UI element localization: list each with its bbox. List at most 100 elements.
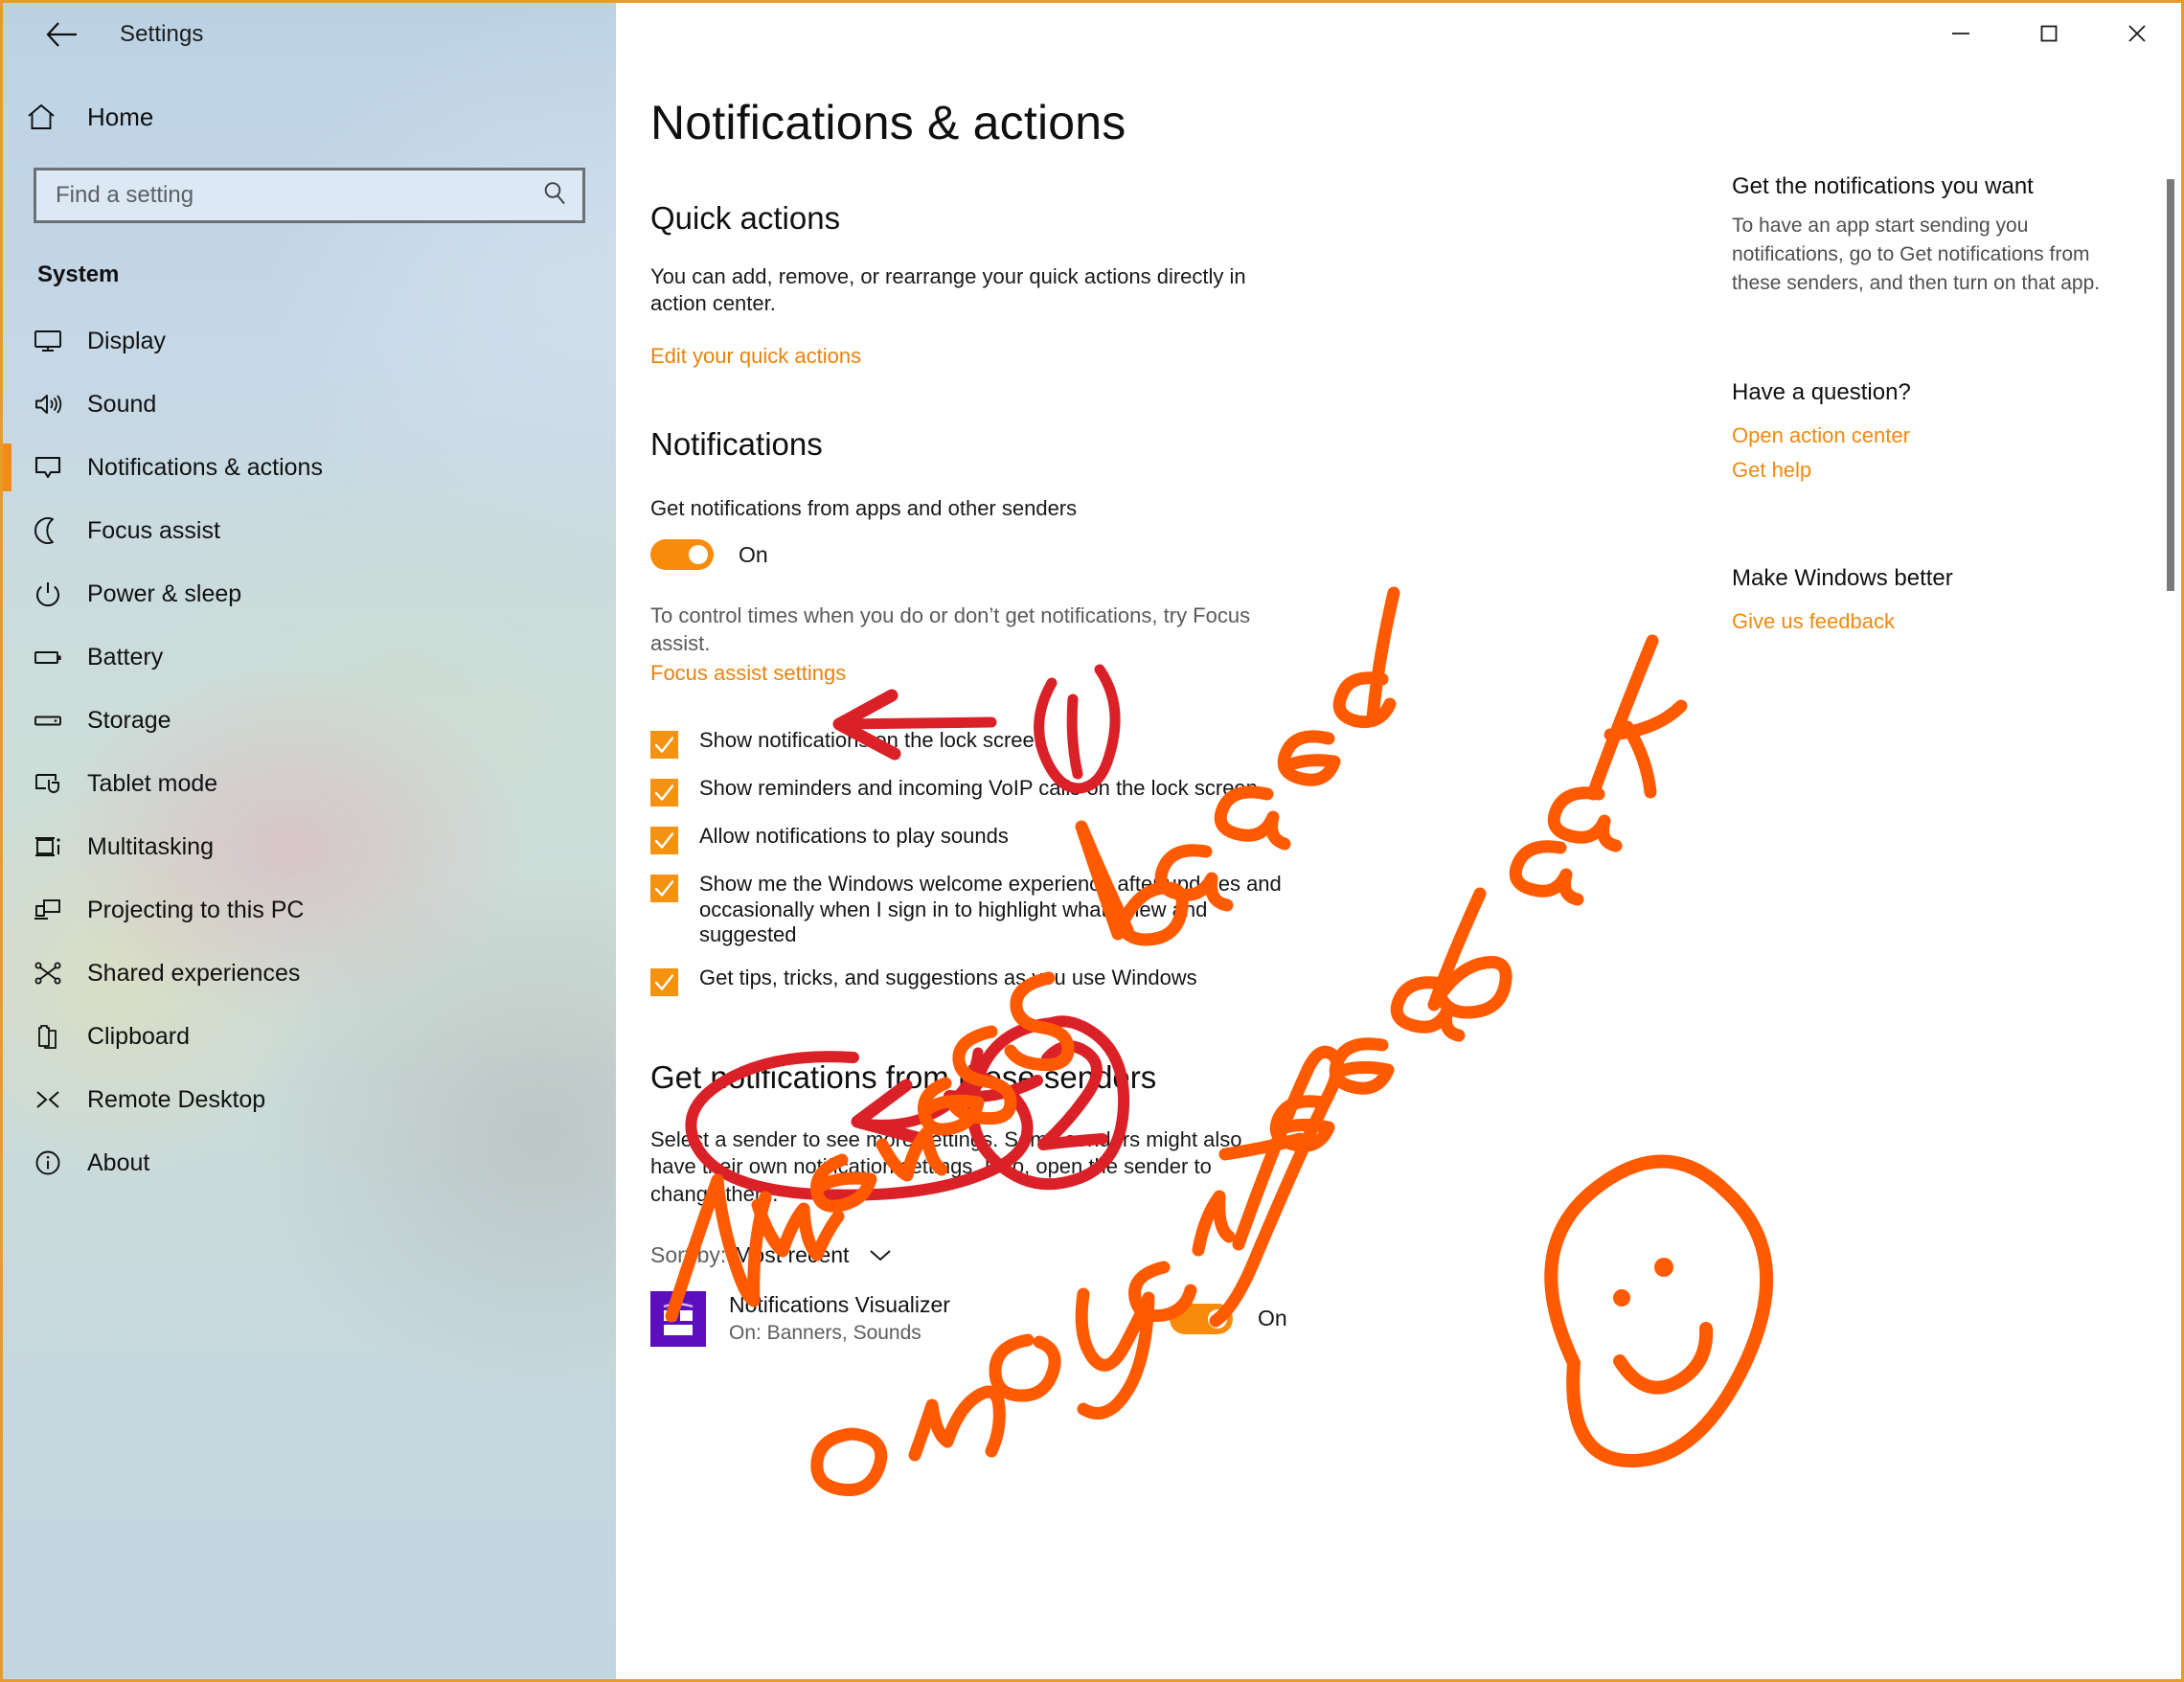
aside-heading-question: Have a question? (1732, 379, 1911, 406)
search-container (34, 168, 585, 223)
content-pane: Notifications & actions Quick actions Yo… (616, 3, 2181, 1679)
project-screen-icon (26, 897, 70, 923)
checkbox-checked-icon[interactable] (650, 778, 678, 807)
sidebar-item-home[interactable]: Home (3, 87, 616, 147)
master-toggle-row: On (650, 539, 1513, 571)
checkbox-row[interactable]: Show me the Windows welcome experience a… (650, 872, 1513, 948)
checkbox-checked-icon[interactable] (650, 826, 678, 854)
checkbox-checked-icon[interactable] (650, 968, 678, 997)
notifications-master-toggle[interactable] (650, 539, 714, 571)
aside-heading-make-windows-better: Make Windows better (1732, 565, 1953, 592)
moon-icon (26, 516, 70, 545)
sender-toggle-group: On (1170, 1303, 1287, 1334)
notifications-visualizer-app-icon (650, 1290, 706, 1347)
checkbox-checked-icon[interactable] (650, 730, 678, 759)
checkbox-label: Get tips, tricks, and suggestions as you… (699, 966, 1197, 990)
sidebar-section-title: System (37, 261, 120, 287)
checkbox-row[interactable]: Show reminders and incoming VoIP calls o… (650, 776, 1513, 807)
maximize-icon[interactable] (2005, 3, 2093, 64)
sidebar-item-tablet-mode[interactable]: Tablet mode (3, 752, 616, 815)
sidebar-item-remote-desktop[interactable]: Remote Desktop (3, 1068, 616, 1131)
sidebar-item-sound[interactable]: Sound (3, 373, 616, 436)
checkbox-row[interactable]: Show notifications on the lock screen (650, 728, 1513, 759)
checkbox-row[interactable]: Allow notifications to play sounds (650, 824, 1513, 854)
remote-desktop-icon (26, 1086, 70, 1113)
quick-actions-heading: Quick actions (650, 200, 841, 236)
sidebar-item-power-and-sleep[interactable]: Power & sleep (3, 562, 616, 625)
sidebar-item-label: Display (87, 327, 166, 354)
sidebar-item-shared-experiences[interactable]: Shared experiences (3, 942, 616, 1005)
focus-assist-note: To control times when you do or don’t ge… (650, 603, 1251, 655)
search-input[interactable] (34, 168, 585, 223)
sidebar-item-display[interactable]: Display (3, 309, 616, 373)
focus-assist-settings-link[interactable]: Focus assist settings (650, 661, 846, 686)
sender-toggle-state: On (1258, 1306, 1287, 1331)
aside-text-notifications: To have an app start sending you notific… (1732, 215, 2101, 294)
sender-toggle[interactable] (1170, 1303, 1233, 1334)
multitask-icon (26, 833, 70, 860)
speaker-icon (26, 391, 70, 418)
sidebar-item-notifications-and-actions[interactable]: Notifications & actions (3, 436, 616, 499)
sidebar-item-label: Notifications & actions (87, 453, 323, 481)
share-nodes-icon (26, 960, 70, 987)
sender-status-subtitle: On: Banners, Sounds (729, 1322, 921, 1345)
home-icon (26, 102, 70, 131)
sidebar-item-label: Remote Desktop (87, 1085, 266, 1113)
sidebar-item-label: Battery (87, 643, 164, 671)
notification-options-list: Show notifications on the lock screen Sh… (650, 728, 1513, 997)
sender-list-item[interactable]: Notifications Visualizer On: Banners, So… (650, 1290, 1513, 1347)
sidebar-item-multitasking[interactable]: Multitasking (3, 815, 616, 878)
battery-icon (26, 646, 70, 669)
quick-actions-description: You can add, remove, or rearrange your q… (650, 264, 1246, 316)
sort-by-value: Most recent (734, 1241, 850, 1267)
open-action-center-link[interactable]: Open action center (1732, 423, 1910, 448)
sidebar-item-label: Home (87, 102, 154, 131)
master-toggle-state: On (739, 541, 768, 567)
aside-column: Get the notifications you want To have a… (1732, 173, 2134, 634)
smiley-face-drawing (1544, 1154, 1774, 1468)
toggle-knob (689, 545, 708, 565)
edit-quick-actions-link[interactable]: Edit your quick actions (650, 344, 861, 369)
checkbox-row[interactable]: Get tips, tricks, and suggestions as you… (650, 966, 1513, 997)
sidebar-item-label: Clipboard (87, 1022, 191, 1050)
sender-text-block: Notifications Visualizer On: Banners, So… (729, 1292, 1170, 1345)
give-us-feedback-link[interactable]: Give us feedback (1732, 609, 1895, 634)
sidebar-item-clipboard[interactable]: Clipboard (3, 1005, 616, 1068)
notifications-heading: Notifications (650, 426, 823, 463)
window-title: Settings (120, 21, 204, 47)
tablet-touch-icon (26, 770, 70, 797)
sidebar-item-label: Shared experiences (87, 959, 301, 987)
sidebar-item-label: Focus assist (87, 516, 220, 544)
checkbox-label: Show reminders and incoming VoIP calls o… (699, 775, 1258, 800)
sidebar-item-label: Sound (87, 390, 157, 418)
sidebar-item-storage[interactable]: Storage (3, 689, 616, 752)
checkbox-checked-icon[interactable] (650, 874, 678, 902)
content-scrollbar[interactable] (2166, 64, 2175, 1679)
sidebar-item-label: Tablet mode (87, 769, 218, 797)
checkbox-label: Show me the Windows welcome experience a… (699, 871, 1282, 947)
sidebar-item-projecting-to-this-pc[interactable]: Projecting to this PC (3, 878, 616, 942)
page-title: Notifications & actions (650, 96, 1126, 149)
clipboard-icon (26, 1022, 70, 1051)
scrollbar-thumb[interactable] (2167, 179, 2174, 591)
sidebar-item-label: Projecting to this PC (87, 896, 305, 923)
window-titlebar: Settings (3, 3, 616, 66)
back-arrow-icon[interactable] (39, 12, 83, 57)
get-help-link[interactable]: Get help (1732, 458, 1811, 483)
minimize-icon[interactable] (1917, 3, 2005, 64)
sort-by-prefix: Sort by: (650, 1241, 727, 1267)
sidebar-item-battery[interactable]: Battery (3, 625, 616, 689)
chevron-down-icon (868, 1247, 893, 1262)
sort-by-dropdown[interactable]: Sort by: Most recent (650, 1242, 893, 1268)
settings-window: Settings Home System (0, 0, 2184, 1682)
sender-name: Notifications Visualizer (729, 1292, 950, 1318)
sidebar-item-focus-assist[interactable]: Focus assist (3, 499, 616, 562)
sidebar-item-label: Power & sleep (87, 580, 242, 607)
toggle-knob (1208, 1308, 1227, 1329)
monitor-icon (26, 328, 70, 354)
sidebar-item-label: About (87, 1148, 150, 1176)
main-column: Notifications & actions Quick actions Yo… (650, 95, 1513, 1347)
sidebar-item-about[interactable]: About (3, 1131, 616, 1194)
aside-heading-notifications: Get the notifications you want (1732, 173, 2034, 199)
close-icon[interactable] (2093, 3, 2181, 64)
